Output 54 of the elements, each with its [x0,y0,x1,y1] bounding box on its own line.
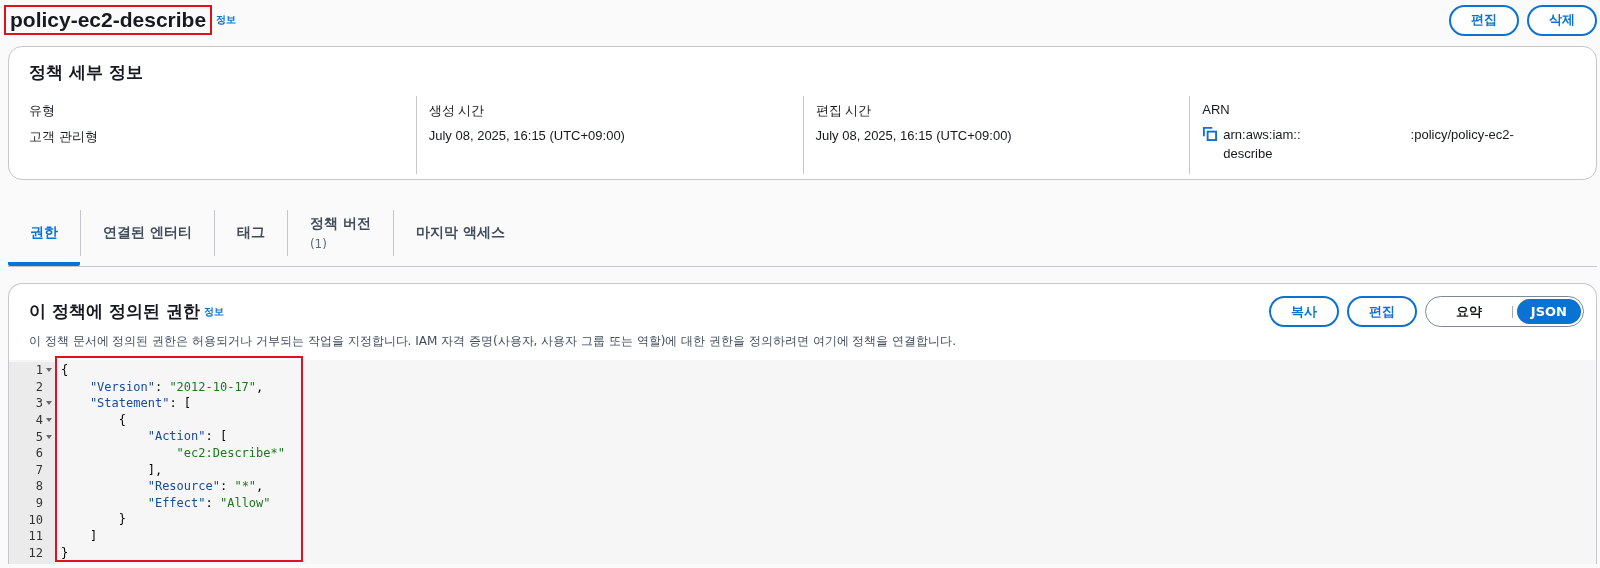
field-label: 생성 시간 [428,102,486,120]
code-line: "Resource": "*", [146,478,265,495]
field-label: 편집 시간 [815,102,873,120]
description: 이 정책 문서에 정의된 권한은 허용되거나 거부되는 작업을 지정합니다. IAM 자격 증명(사용자, 사용자 그룹 또는 역할)에 대한 권한을 정의하려면 여기에 정책을 연결합니다. [29,333,956,350]
code-line: { [61,362,70,379]
code-line: ] [88,527,99,545]
code-editor[interactable]: { "Version": "2012-10-17", "Statement": [ { "Action": [ "ec2:Describe*" ], "Resource": "*", "Effect": "Allow" } ] } [55,356,303,562]
action-button[interactable]: 삭제 [1527,4,1597,36]
action-button[interactable]: 편집 [1449,4,1519,36]
action-button[interactable]: 편집 [1346,296,1417,327]
field-value: July 08, 2025, 16:15 (UTC+09:00) [428,128,626,143]
action-button[interactable]: 복사 [1268,296,1339,327]
toggle-option[interactable]: JSON [1516,299,1581,324]
fold-caret-icon[interactable] [46,401,52,406]
field-value: July 08, 2025, 16:15 (UTC+09:00) [815,128,1013,143]
section-title: 정책 세부 정보 [29,61,144,84]
field-value: arn:aws:iam:: :policy/policy-ec2-describe [1223,126,1515,163]
code-line: "Statement": [ [88,395,193,412]
code-line: "Action": [ [146,428,229,445]
field-label: 유형 [29,102,56,120]
info-link[interactable]: 정보 [203,304,224,319]
line-number: 3 [35,396,43,411]
line-number: 1 [35,363,43,378]
code-line: "Version": "2012-10-17", [88,378,265,396]
fold-caret-icon[interactable] [46,368,52,373]
tab[interactable]: 정책 버전 (1) [287,204,393,266]
line-number: 6 [35,446,43,461]
code-line: ], [146,461,164,479]
code-line: } [117,511,128,528]
tab[interactable]: 마지막 액세스 [393,204,527,266]
line-number: 11 [28,529,43,544]
line-number: 12 [28,545,43,560]
line-number: 2 [35,379,43,394]
code-line: } [61,544,70,562]
line-number: 8 [35,479,43,494]
fold-caret-icon[interactable] [46,418,52,423]
field-value: 고객 관리형 [29,128,99,146]
tab[interactable]: 태그 [214,204,287,266]
tab[interactable]: 연결된 엔터티 [81,204,214,266]
code-line: "ec2:Describe*" [175,444,286,462]
field-label: ARN [1202,102,1231,117]
line-number: 7 [35,462,43,477]
info-link[interactable]: 정보 [216,13,237,27]
line-number: 4 [35,413,43,428]
section-title: 이 정책에 정의된 권한 [29,300,200,323]
fold-caret-icon[interactable] [46,434,52,439]
copy-icon[interactable] [1202,126,1218,141]
line-number: 10 [28,512,43,527]
page-title: policy-ec2-describe [4,5,213,35]
code-line: { [117,411,128,429]
toggle-option[interactable]: 요약 [1441,299,1496,324]
line-number: 5 [35,429,43,444]
line-number: 9 [35,496,43,511]
code-line: "Effect": "Allow" [146,494,272,512]
